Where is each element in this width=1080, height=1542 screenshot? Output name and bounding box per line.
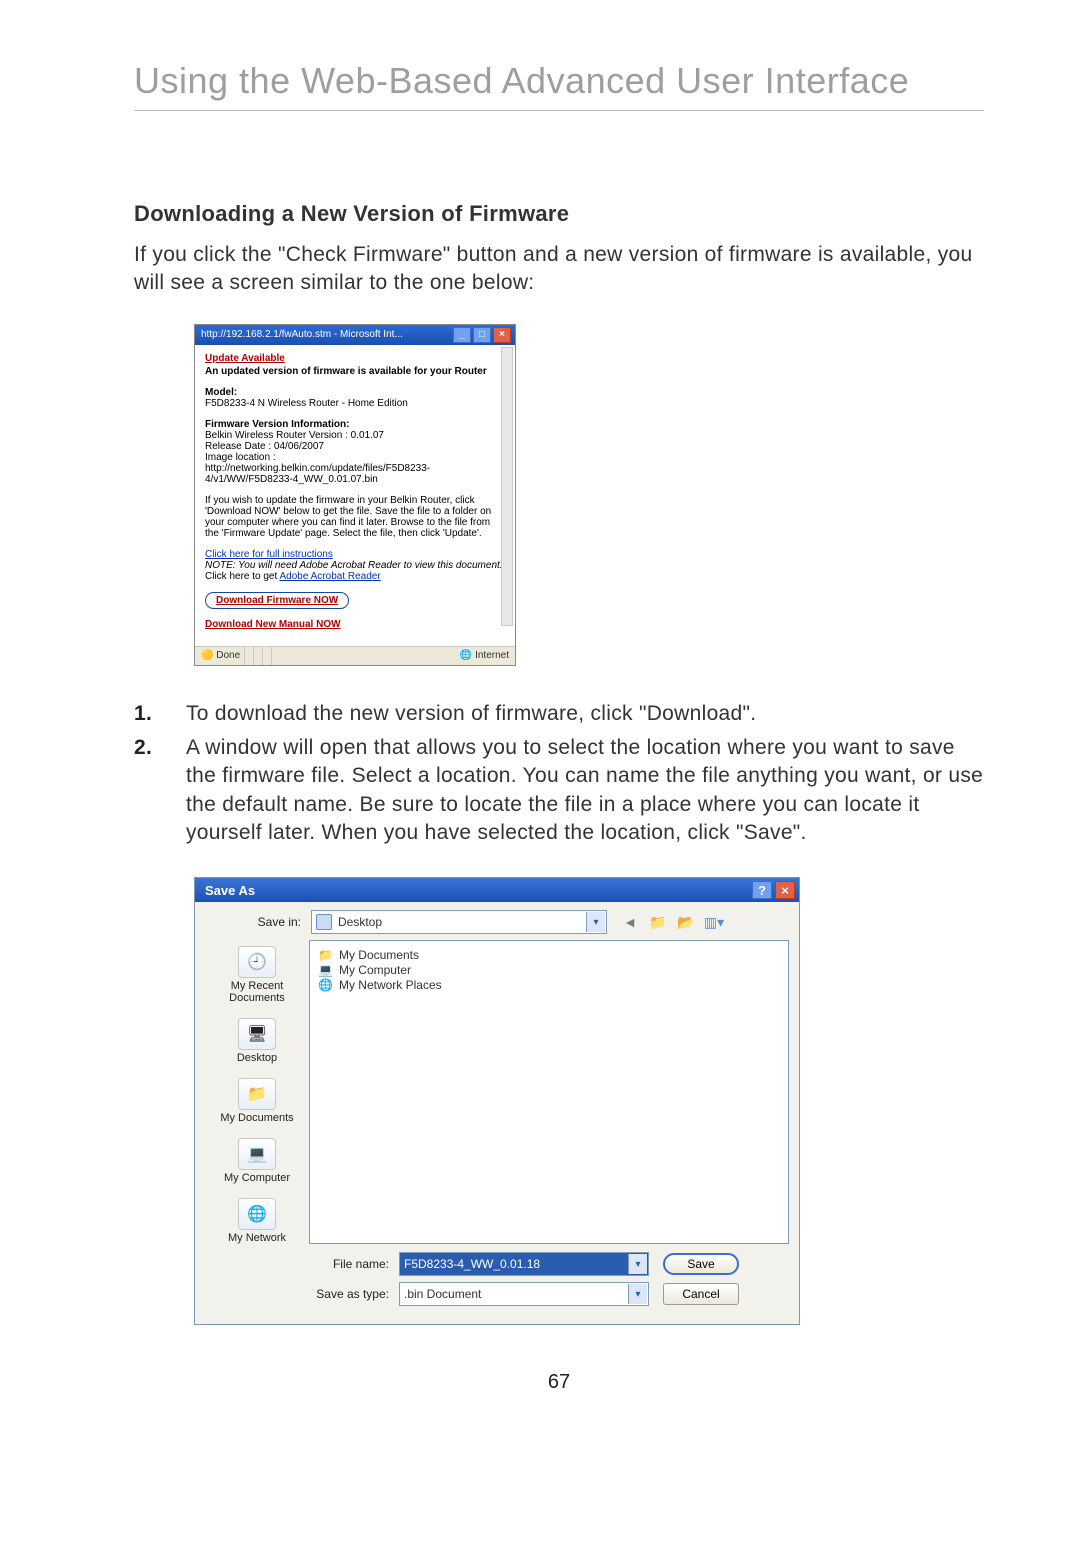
model-label: Model: <box>205 387 237 398</box>
filename-value: F5D8233-4_WW_0.01.18 <box>404 1257 540 1271</box>
filename-input[interactable]: F5D8233-4_WW_0.01.18 ▾ <box>399 1252 649 1276</box>
step-2: 2.A window will open that allows you to … <box>134 734 984 847</box>
chevron-down-icon[interactable]: ▾ <box>628 1284 647 1304</box>
page-title: Using the Web-Based Advanced User Interf… <box>134 60 984 102</box>
savetype-label: Save as type: <box>309 1287 399 1301</box>
chevron-down-icon[interactable]: ▾ <box>628 1254 647 1274</box>
computer-icon: 💻 <box>318 963 333 977</box>
firmware-version-info-label: Firmware Version Information: <box>205 419 349 430</box>
maximize-button[interactable]: □ <box>473 327 491 343</box>
model-value: F5D8233-4 N Wireless Router - Home Editi… <box>205 398 408 409</box>
intro-paragraph: If you click the "Check Firmware" button… <box>134 241 984 298</box>
update-available-text: An updated version of firmware is availa… <box>205 366 487 377</box>
savetype-value: .bin Document <box>404 1287 481 1301</box>
image-location-label: Image location : <box>205 452 276 463</box>
minimize-button[interactable]: _ <box>453 327 471 343</box>
places-bar: 🕘My Recent Documents 🖥Desktop 📁My Docume… <box>205 940 309 1312</box>
close-button[interactable]: × <box>493 327 511 343</box>
file-listing[interactable]: 📁My Documents 💻My Computer 🌐My Network P… <box>309 940 789 1244</box>
step-1: 1.To download the new version of firmwar… <box>134 700 984 728</box>
new-folder-icon[interactable]: 📂 <box>677 913 695 931</box>
cancel-button[interactable]: Cancel <box>663 1283 739 1305</box>
filename-label: File name: <box>309 1257 399 1271</box>
views-icon[interactable]: ▥▾ <box>705 913 723 931</box>
saveas-title-text: Save As <box>205 883 255 898</box>
savein-label: Save in: <box>205 915 311 929</box>
window-title-text: http://192.168.2.1/fwAuto.stm - Microsof… <box>201 329 451 340</box>
desktop-place-icon: 🖥 <box>238 1018 276 1050</box>
list-item[interactable]: 💻My Computer <box>318 963 780 977</box>
firmware-popup-window: http://192.168.2.1/fwAuto.stm - Microsof… <box>194 324 516 666</box>
place-recent[interactable]: 🕘My Recent Documents <box>205 946 309 1004</box>
section-heading: Downloading a New Version of Firmware <box>134 201 984 227</box>
status-zone: 🌐 Internet <box>460 650 509 661</box>
divider <box>134 110 984 111</box>
download-firmware-button[interactable]: Download Firmware NOW <box>205 592 349 609</box>
save-button[interactable]: Save <box>663 1253 739 1275</box>
mycomp-icon: 💻 <box>238 1138 276 1170</box>
mydocs-icon: 📁 <box>238 1078 276 1110</box>
place-mycomp[interactable]: 💻My Computer <box>224 1138 290 1184</box>
release-date: Release Date : 04/06/2007 <box>205 441 324 452</box>
folder-icon: 📁 <box>318 948 333 962</box>
up-icon[interactable]: 📁 <box>649 913 667 931</box>
note-text: NOTE: You will need Adobe Acrobat Reader… <box>205 560 503 571</box>
status-done: 🟡 Done <box>201 650 240 661</box>
save-as-dialog: Save As ? × Save in: Desktop ▾ ◄ 📁 📂 ▥▾ <box>194 877 800 1325</box>
list-item[interactable]: 📁My Documents <box>318 948 780 962</box>
network-icon: 🌐 <box>318 978 333 992</box>
download-manual-link[interactable]: Download New Manual NOW <box>205 619 341 630</box>
place-mydocs[interactable]: 📁My Documents <box>220 1078 293 1124</box>
window-titlebar: http://192.168.2.1/fwAuto.stm - Microsof… <box>195 325 515 345</box>
place-mynet[interactable]: 🌐My Network <box>228 1198 286 1244</box>
savein-combo[interactable]: Desktop ▾ <box>311 910 607 934</box>
help-button[interactable]: ? <box>752 881 772 899</box>
chevron-down-icon[interactable]: ▾ <box>586 912 605 932</box>
list-item[interactable]: 🌐My Network Places <box>318 978 780 992</box>
full-instructions-link[interactable]: Click here for full instructions <box>205 549 333 560</box>
update-available-heading: Update Available <box>205 353 285 364</box>
place-desktop[interactable]: 🖥Desktop <box>237 1018 277 1064</box>
steps-list: 1.To download the new version of firmwar… <box>134 700 984 848</box>
note-link-prefix: Click here to get <box>205 571 279 582</box>
mynet-icon: 🌐 <box>238 1198 276 1230</box>
image-location-url: http://networking.belkin.com/update/file… <box>205 463 430 485</box>
saveas-close-button[interactable]: × <box>775 881 795 899</box>
scrollbar[interactable] <box>501 347 513 626</box>
savein-value: Desktop <box>338 915 382 929</box>
status-bar: 🟡 Done 🌐 Internet <box>195 646 515 665</box>
recent-icon: 🕘 <box>238 946 276 978</box>
instructions-text: If you wish to update the firmware in yo… <box>205 495 505 539</box>
savetype-combo[interactable]: .bin Document ▾ <box>399 1282 649 1306</box>
page-number: 67 <box>134 1371 984 1394</box>
back-icon[interactable]: ◄ <box>621 913 639 931</box>
desktop-icon <box>316 914 332 930</box>
saveas-titlebar: Save As ? × <box>195 878 799 902</box>
toolbar-icons: ◄ 📁 📂 ▥▾ <box>621 913 723 931</box>
adobe-reader-link[interactable]: Adobe Acrobat Reader <box>279 571 380 582</box>
firmware-version: Belkin Wireless Router Version : 0.01.07 <box>205 430 384 441</box>
